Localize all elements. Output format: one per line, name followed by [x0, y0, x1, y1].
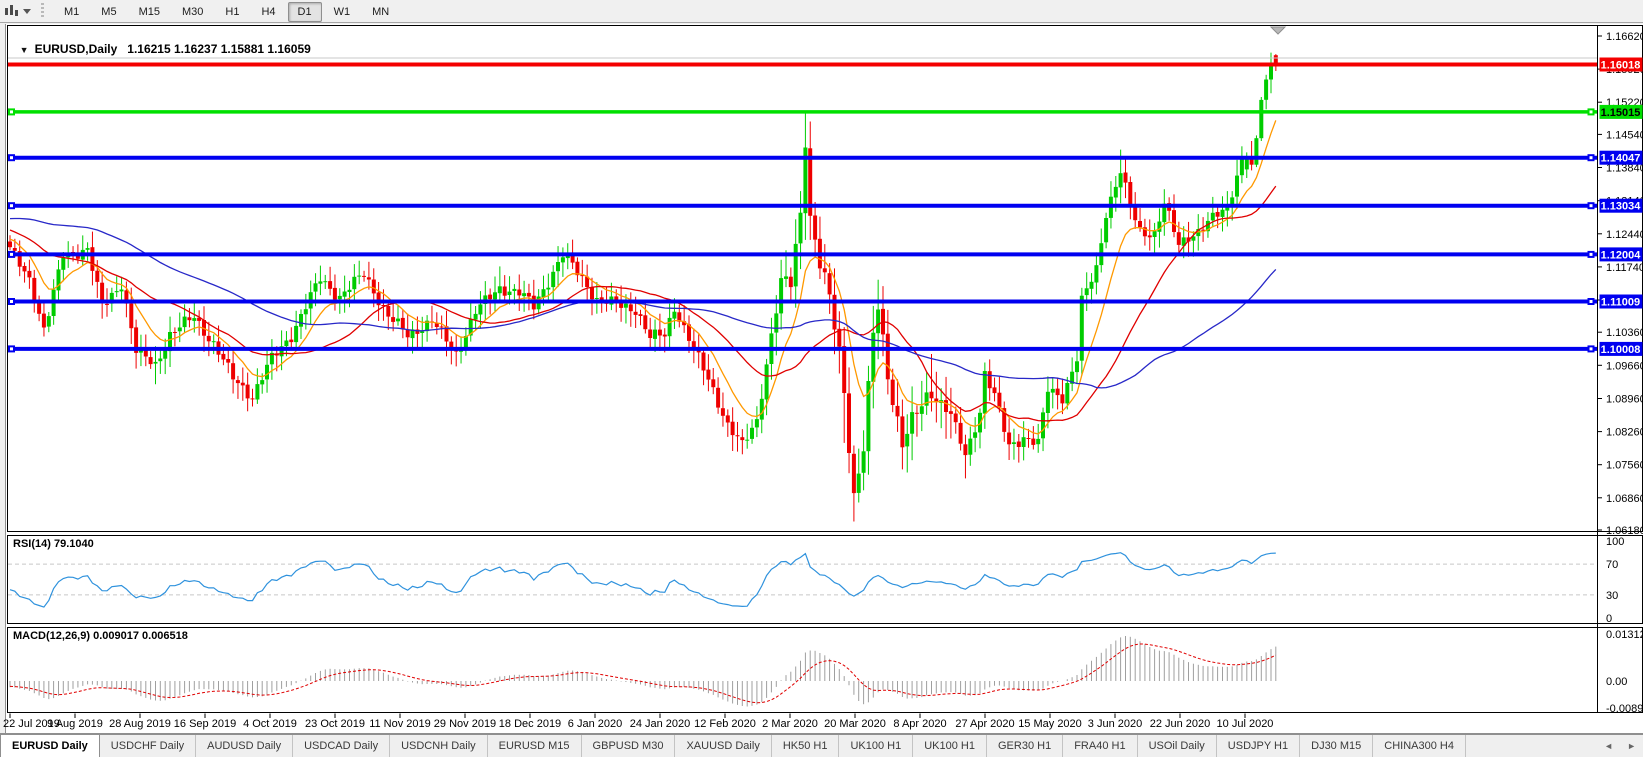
chart-tab-gbpusd-m30[interactable]: GBPUSD M30: [582, 735, 676, 757]
svg-text:1.16018: 1.16018: [1601, 60, 1641, 72]
chart-tabs: EURUSD DailyUSDCHF DailyAUDUSD DailyUSDC…: [0, 735, 1466, 757]
chart-tab-eurusd-daily[interactable]: EURUSD Daily: [0, 735, 100, 757]
svg-text:100: 100: [1606, 536, 1624, 548]
chart-tab-usdchf-daily[interactable]: USDCHF Daily: [100, 735, 196, 757]
svg-text:30: 30: [1606, 590, 1618, 602]
svg-text:28 Aug 2019: 28 Aug 2019: [109, 718, 171, 730]
macd-label: MACD(12,26,9) 0.009017 0.006518: [13, 630, 188, 642]
svg-text:1.08260: 1.08260: [1606, 427, 1643, 439]
chart-tab-xauusd-daily[interactable]: XAUUSD Daily: [675, 735, 771, 757]
svg-text:4 Oct 2019: 4 Oct 2019: [243, 718, 297, 730]
chart-tab-audusd-daily[interactable]: AUDUSD Daily: [196, 735, 293, 757]
svg-text:12 Feb 2020: 12 Feb 2020: [694, 718, 756, 730]
svg-text:20 Mar 2020: 20 Mar 2020: [824, 718, 886, 730]
svg-text:10 Jul 2020: 10 Jul 2020: [1217, 718, 1274, 730]
rsi-label: RSI(14) 79.1040: [13, 538, 94, 550]
svg-text:18 Dec 2019: 18 Dec 2019: [499, 718, 561, 730]
svg-text:23 Oct 2019: 23 Oct 2019: [305, 718, 365, 730]
svg-text:1.11740: 1.11740: [1606, 262, 1643, 274]
svg-text:1.10008: 1.10008: [1601, 344, 1641, 356]
chart-window-frame: [0, 24, 1643, 734]
svg-text:8 Apr 2020: 8 Apr 2020: [893, 718, 946, 730]
svg-text:1.14540: 1.14540: [1606, 129, 1643, 141]
svg-text:1.09660: 1.09660: [1606, 360, 1643, 372]
svg-text:29 Nov 2019: 29 Nov 2019: [434, 718, 496, 730]
chart-tab-ger30-h1[interactable]: GER30 H1: [987, 735, 1063, 757]
svg-text:9 Aug 2019: 9 Aug 2019: [47, 718, 103, 730]
svg-text:1.06860: 1.06860: [1606, 493, 1643, 505]
svg-text:1.12004: 1.12004: [1601, 249, 1642, 261]
chart-tab-dj30-m15[interactable]: DJ30 M15: [1300, 735, 1373, 757]
chart-title-symbol: EURUSD,Daily: [35, 42, 118, 56]
svg-text:70: 70: [1606, 559, 1618, 571]
svg-text:1.10360: 1.10360: [1606, 327, 1643, 339]
tabs-scroll-left-icon[interactable]: ◄: [1597, 735, 1620, 757]
chart-tab-hk50-h1[interactable]: HK50 H1: [772, 735, 840, 757]
chart-canvas[interactable]: 1.166201.159201.152201.145401.138401.131…: [0, 0, 1643, 757]
chart-tab-china300-h4[interactable]: CHINA300 H4: [1373, 735, 1466, 757]
svg-text:15 May 2020: 15 May 2020: [1018, 718, 1082, 730]
chart-tab-uk100-h1[interactable]: UK100 H1: [913, 735, 987, 757]
svg-text:22 Jun 2020: 22 Jun 2020: [1150, 718, 1211, 730]
svg-text:16 Sep 2019: 16 Sep 2019: [174, 718, 236, 730]
chart-menu-icon[interactable]: ▼: [20, 45, 29, 55]
svg-text:2 Mar 2020: 2 Mar 2020: [762, 718, 818, 730]
svg-text:-0.008933: -0.008933: [1606, 703, 1643, 715]
svg-text:1.15015: 1.15015: [1601, 107, 1641, 119]
chart-title: ▼ EURUSD,Daily 1.16215 1.16237 1.15881 1.1…: [13, 28, 311, 56]
svg-text:3 Jun 2020: 3 Jun 2020: [1088, 718, 1142, 730]
tabs-scroll-right-icon[interactable]: ►: [1620, 735, 1643, 757]
svg-text:11 Nov 2019: 11 Nov 2019: [369, 718, 431, 730]
svg-text:6 Jan 2020: 6 Jan 2020: [568, 718, 622, 730]
svg-text:1.13034: 1.13034: [1601, 201, 1642, 213]
svg-text:1.07560: 1.07560: [1606, 460, 1643, 472]
svg-text:0.013121: 0.013121: [1606, 629, 1643, 641]
svg-text:0.00: 0.00: [1606, 676, 1627, 688]
chart-tab-usdcnh-daily[interactable]: USDCNH Daily: [390, 735, 488, 757]
svg-text:1.08960: 1.08960: [1606, 394, 1643, 406]
chart-tabs-bar: EURUSD DailyUSDCHF DailyAUDUSD DailyUSDC…: [0, 734, 1643, 757]
svg-text:1.14047: 1.14047: [1601, 153, 1641, 165]
chart-tab-fra40-h1[interactable]: FRA40 H1: [1063, 735, 1137, 757]
chart-tab-usoil-daily[interactable]: USOil Daily: [1138, 735, 1217, 757]
chart-tab-usdcad-daily[interactable]: USDCAD Daily: [293, 735, 390, 757]
svg-text:1.12440: 1.12440: [1606, 229, 1643, 241]
svg-text:1.11009: 1.11009: [1601, 297, 1640, 309]
svg-text:27 Apr 2020: 27 Apr 2020: [955, 718, 1014, 730]
chart-tab-uk100-h1[interactable]: UK100 H1: [839, 735, 913, 757]
chart-tab-usdjpy-h1[interactable]: USDJPY H1: [1217, 735, 1300, 757]
chart-title-ohlc: 1.16215 1.16237 1.15881 1.16059: [127, 42, 311, 56]
svg-text:1.16620: 1.16620: [1606, 31, 1643, 43]
tabs-spacer: [1466, 735, 1597, 757]
svg-text:24 Jan 2020: 24 Jan 2020: [630, 718, 691, 730]
chart-tab-eurusd-m15[interactable]: EURUSD M15: [488, 735, 582, 757]
svg-text:0: 0: [1606, 613, 1612, 625]
